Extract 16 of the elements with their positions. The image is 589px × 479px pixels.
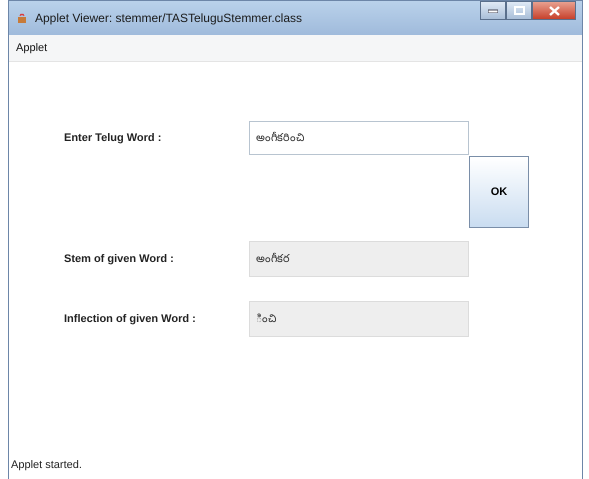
field-label: Enter Telug Word : bbox=[64, 132, 162, 144]
menu-item[interactable]: Applet bbox=[13, 40, 50, 56]
ok-button[interactable]: OK bbox=[469, 156, 529, 228]
maximize-icon bbox=[514, 6, 524, 15]
maximize-button[interactable] bbox=[506, 1, 532, 20]
output-field[interactable]: అంగీకర bbox=[249, 241, 469, 277]
close-button[interactable] bbox=[532, 1, 576, 20]
window-title: Applet Viewer: stemmer/TASTeluguStemmer.class bbox=[35, 11, 303, 25]
field-label: Inflection of given Word : bbox=[64, 313, 197, 325]
input-field[interactable]: అంగీకరించి bbox=[249, 121, 469, 155]
field-label: Stem of given Word : bbox=[64, 253, 175, 265]
minimize-icon bbox=[488, 8, 498, 12]
close-icon bbox=[548, 6, 560, 16]
minimize-button[interactable] bbox=[480, 1, 506, 20]
java-cup-icon bbox=[15, 11, 29, 25]
output-field[interactable]: ించి bbox=[249, 301, 469, 337]
